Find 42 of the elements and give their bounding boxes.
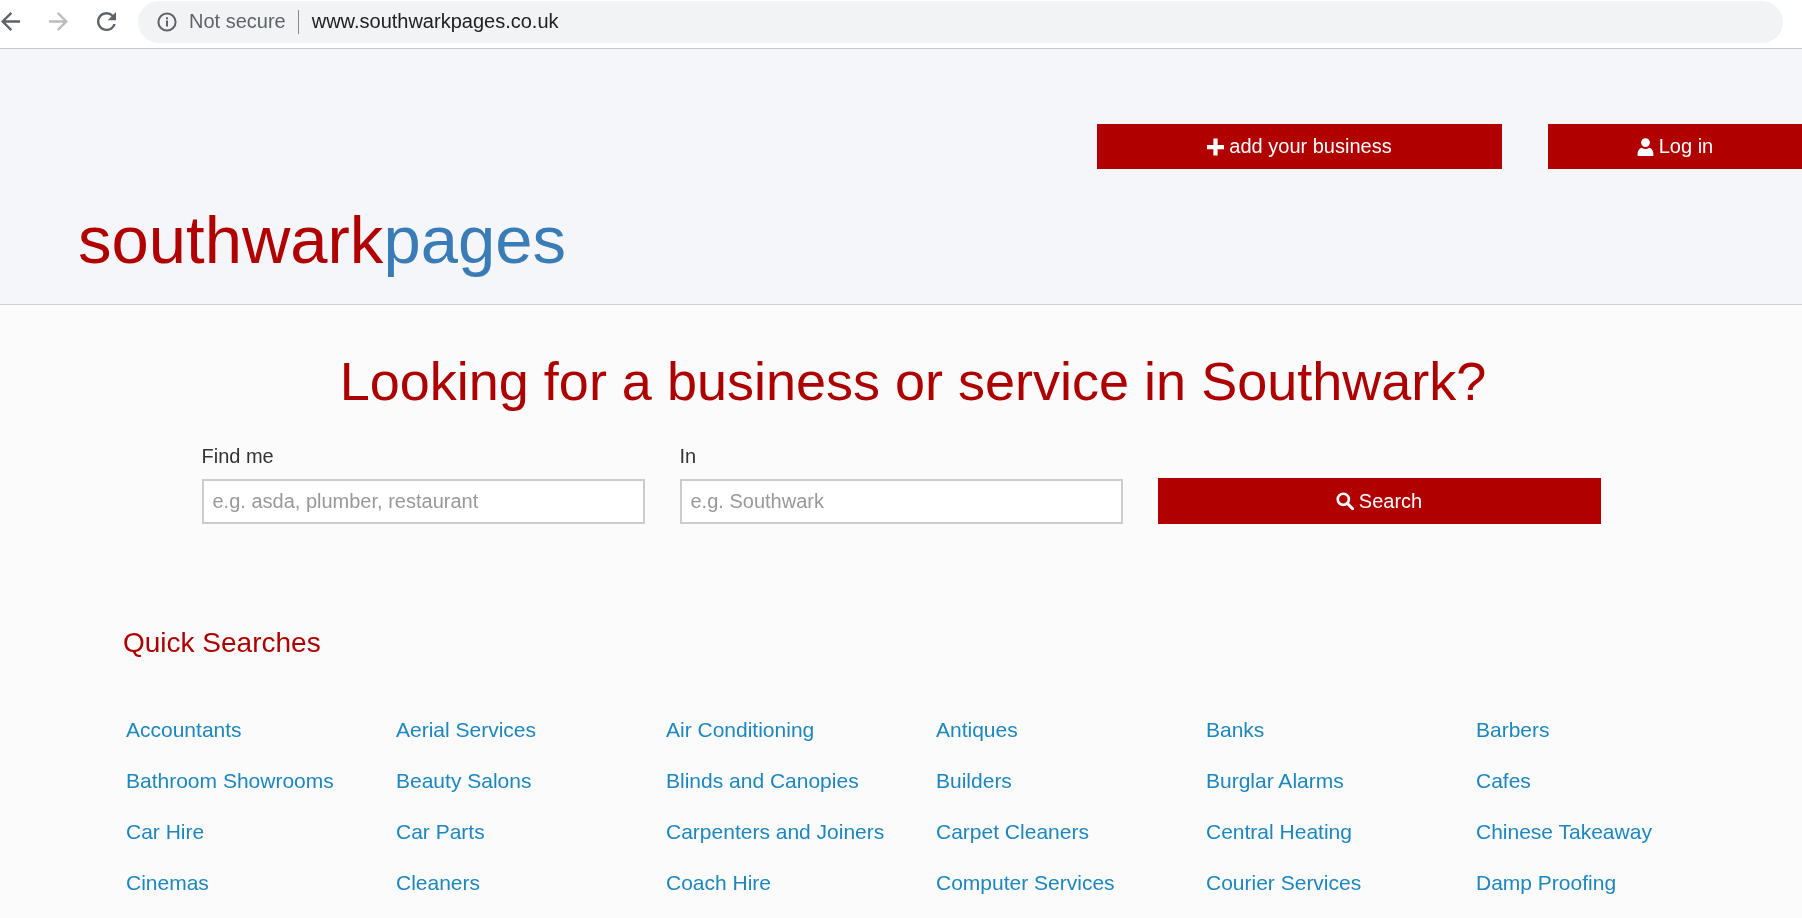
category-link[interactable]: Beauty Salons xyxy=(396,755,532,806)
category-link[interactable]: Aerial Services xyxy=(396,704,537,755)
user-icon xyxy=(1636,137,1654,156)
info-icon[interactable] xyxy=(157,11,177,32)
add-business-button[interactable]: add your business xyxy=(1097,124,1502,169)
category-link[interactable]: Banks xyxy=(1206,704,1265,755)
category-link[interactable]: Damp Proofing xyxy=(1476,857,1617,908)
login-button[interactable]: Log in xyxy=(1548,124,1802,169)
category-link[interactable]: Blinds and Canopies xyxy=(666,755,859,806)
field-label: In xyxy=(679,444,698,468)
reload-icon[interactable] xyxy=(97,12,116,31)
search-icon xyxy=(1335,492,1354,510)
category-link[interactable]: Cleaners xyxy=(396,857,481,908)
category-link[interactable]: Air Conditioning xyxy=(666,704,815,755)
category-link[interactable]: Computer Services xyxy=(936,857,1115,908)
category-link[interactable]: Cinemas xyxy=(126,857,209,908)
category-link[interactable]: Car Hire xyxy=(126,806,205,857)
section-title: Quick Searches xyxy=(123,626,322,660)
category-link[interactable]: Car Parts xyxy=(396,806,485,857)
category-link[interactable]: Accountants xyxy=(126,704,242,755)
category-link[interactable]: Barbers xyxy=(1476,704,1550,755)
plus-icon xyxy=(1207,137,1225,156)
back-icon[interactable] xyxy=(1,12,20,31)
category-link[interactable]: Courier Services xyxy=(1206,857,1362,908)
category-link[interactable]: Carpenters and Joiners xyxy=(666,806,885,857)
category-link[interactable]: Burglar Alarms xyxy=(1206,755,1344,806)
hero-heading: Looking for a business or service in Southwark? xyxy=(339,350,1487,413)
location-input[interactable]: e.g. Southwark xyxy=(679,479,1123,524)
security-status: Not secure xyxy=(189,10,286,33)
search-button[interactable]: Search xyxy=(1157,478,1601,524)
field-label: Find me xyxy=(201,444,275,468)
category-link[interactable]: Carpet Cleaners xyxy=(936,806,1089,857)
category-link[interactable]: Chinese Takeaway xyxy=(1476,806,1652,857)
address-bar[interactable]: Not secure www.southwarkpages.co.uk xyxy=(138,0,1783,43)
search-input[interactable]: e.g. asda, plumber, restaurant xyxy=(201,479,645,524)
category-link[interactable]: Coach Hire xyxy=(666,857,772,908)
url-text: www.southwarkpages.co.uk xyxy=(311,10,559,33)
category-link[interactable]: Cafes xyxy=(1476,755,1531,806)
category-link[interactable]: Bathroom Showrooms xyxy=(126,755,334,806)
category-link[interactable]: Antiques xyxy=(936,704,1018,755)
category-link[interactable]: Builders xyxy=(936,755,1012,806)
category-link[interactable]: Central Heating xyxy=(1206,806,1352,857)
